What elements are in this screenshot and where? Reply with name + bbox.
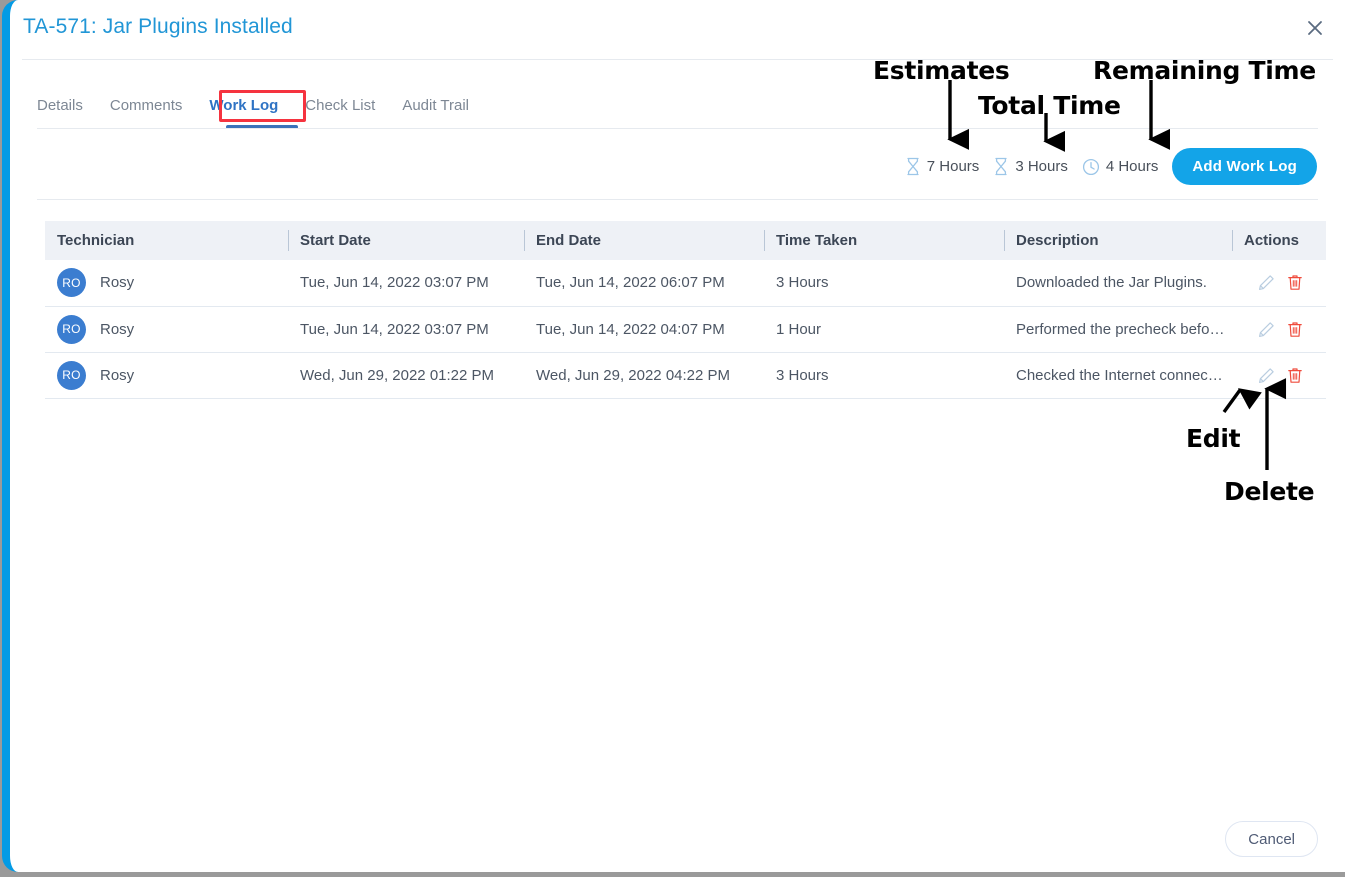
work-log-table: Technician Start Date End Date Time Take… — [45, 221, 1326, 399]
page-title: TA-571: Jar Plugins Installed — [23, 15, 293, 39]
tab-check-list[interactable]: Check List — [305, 92, 375, 120]
tab-audit-trail[interactable]: Audit Trail — [402, 92, 469, 120]
time-summary-bar: 7 Hours 3 Hours 4 Hours — [905, 148, 1317, 185]
cell-actions — [1232, 306, 1326, 352]
trash-icon[interactable] — [1287, 321, 1303, 338]
avatar: RO — [57, 315, 86, 344]
work-log-dialog: TA-571: Jar Plugins Installed Details Co… — [2, 0, 1345, 872]
pencil-icon[interactable] — [1258, 367, 1275, 384]
close-icon[interactable] — [1301, 14, 1329, 42]
pencil-icon[interactable] — [1258, 321, 1275, 338]
clock-icon — [1082, 158, 1100, 176]
technician-name: Rosy — [100, 367, 134, 384]
hourglass-icon — [905, 157, 921, 176]
technician-name: Rosy — [100, 274, 134, 291]
cell-actions — [1232, 352, 1326, 398]
cell-end-date: Wed, Jun 29, 2022 04:22 PM — [524, 352, 764, 398]
cell-time-taken: 3 Hours — [764, 352, 1004, 398]
cell-start-date: Wed, Jun 29, 2022 01:22 PM — [288, 352, 524, 398]
cell-technician: RO Rosy — [45, 306, 288, 352]
table-header: Technician Start Date End Date Time Take… — [45, 221, 1326, 260]
remaining-time-value: 4 Hours — [1106, 158, 1159, 175]
table-header-row: Technician Start Date End Date Time Take… — [45, 221, 1326, 260]
table-row: RO Rosy Tue, Jun 14, 2022 03:07 PM Tue, … — [45, 306, 1326, 352]
table-body: RO Rosy Tue, Jun 14, 2022 03:07 PM Tue, … — [45, 260, 1326, 398]
cell-description: Downloaded the Jar Plugins. — [1004, 260, 1232, 306]
work-log-table-wrap: Technician Start Date End Date Time Take… — [45, 221, 1326, 399]
cancel-button[interactable]: Cancel — [1225, 821, 1318, 857]
total-time-value: 3 Hours — [1015, 158, 1068, 175]
table-row: RO Rosy Wed, Jun 29, 2022 01:22 PM Wed, … — [45, 352, 1326, 398]
tab-comments[interactable]: Comments — [110, 92, 183, 120]
cell-actions — [1232, 260, 1326, 306]
add-work-log-button[interactable]: Add Work Log — [1172, 148, 1317, 185]
cell-end-date: Tue, Jun 14, 2022 04:07 PM — [524, 306, 764, 352]
cell-end-date: Tue, Jun 14, 2022 06:07 PM — [524, 260, 764, 306]
table-row: RO Rosy Tue, Jun 14, 2022 03:07 PM Tue, … — [45, 260, 1326, 306]
hourglass-icon — [993, 157, 1009, 176]
avatar: RO — [57, 268, 86, 297]
tab-work-log[interactable]: Work Log — [209, 92, 278, 120]
pencil-icon[interactable] — [1258, 274, 1275, 291]
cell-start-date: Tue, Jun 14, 2022 03:07 PM — [288, 260, 524, 306]
tab-bar: Details Comments Work Log Check List Aud… — [37, 92, 496, 120]
title-divider — [22, 59, 1333, 60]
dialog-title-bar: TA-571: Jar Plugins Installed — [10, 0, 1345, 59]
trash-icon[interactable] — [1287, 367, 1303, 384]
cell-technician: RO Rosy — [45, 352, 288, 398]
tabs-divider — [37, 128, 1318, 129]
trash-icon[interactable] — [1287, 274, 1303, 291]
column-header-end-date[interactable]: End Date — [524, 221, 764, 260]
cell-description: Performed the precheck befo… — [1004, 306, 1232, 352]
tab-details[interactable]: Details — [37, 92, 83, 120]
cell-time-taken: 3 Hours — [764, 260, 1004, 306]
summary-divider — [37, 199, 1318, 200]
column-header-time-taken[interactable]: Time Taken — [764, 221, 1004, 260]
column-header-actions: Actions — [1232, 221, 1326, 260]
technician-name: Rosy — [100, 321, 134, 338]
column-header-technician[interactable]: Technician — [45, 221, 288, 260]
cell-start-date: Tue, Jun 14, 2022 03:07 PM — [288, 306, 524, 352]
avatar: RO — [57, 361, 86, 390]
cell-description: Checked the Internet connec… — [1004, 352, 1232, 398]
remaining-time-metric: 4 Hours — [1082, 158, 1159, 176]
screenshot-root: TA-571: Jar Plugins Installed Details Co… — [0, 0, 1345, 877]
cell-time-taken: 1 Hour — [764, 306, 1004, 352]
column-header-description[interactable]: Description — [1004, 221, 1232, 260]
estimates-value: 7 Hours — [927, 158, 980, 175]
cell-technician: RO Rosy — [45, 260, 288, 306]
column-header-start-date[interactable]: Start Date — [288, 221, 524, 260]
total-time-metric: 3 Hours — [993, 157, 1068, 176]
estimates-metric: 7 Hours — [905, 157, 980, 176]
